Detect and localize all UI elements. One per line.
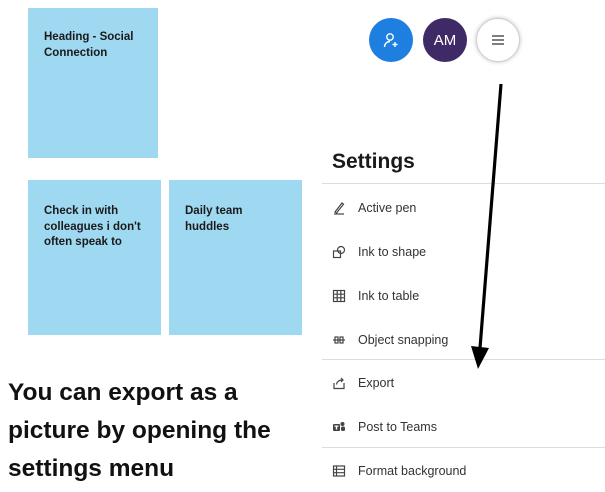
pointer-arrow (471, 83, 503, 369)
